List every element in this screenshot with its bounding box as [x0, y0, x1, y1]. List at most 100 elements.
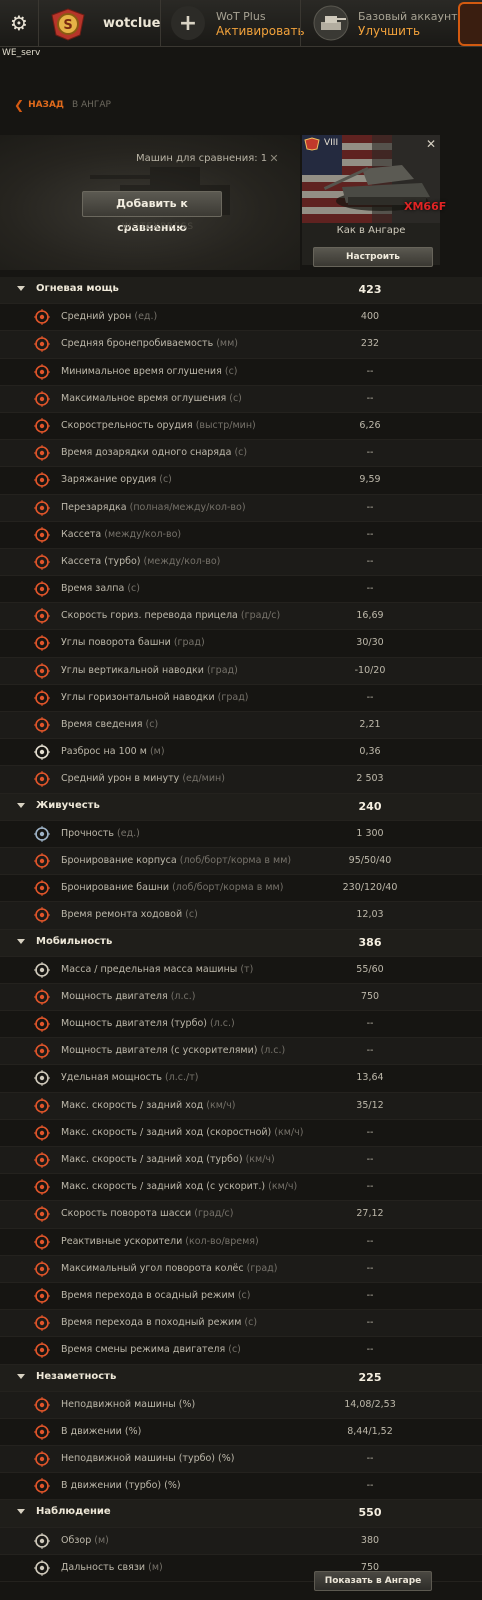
- stat-value: 1 300: [356, 827, 384, 839]
- stat-value: --: [366, 1126, 374, 1138]
- account-title: Базовый аккаунт: [358, 10, 458, 23]
- watermark: WOTEXPRESS: [122, 222, 195, 232]
- stat-label: Мощность двигателя (турбо) (л.с.): [61, 1018, 235, 1030]
- chevron-left-icon[interactable]: ❮: [14, 98, 24, 112]
- stat-unit: (ед.): [117, 827, 140, 839]
- back-link[interactable]: НАЗАД: [28, 100, 64, 110]
- shell-reload-icon: [34, 445, 50, 462]
- repair-icon: [34, 907, 50, 924]
- stat-row: Макс. скорость / задний ход (с ускорит.)…: [0, 1174, 482, 1202]
- stat-unit: (между/кол-во): [143, 555, 221, 567]
- stat-value: 95/50/40: [348, 854, 392, 866]
- magazine-icon: [34, 526, 50, 543]
- stat-value: 400: [360, 311, 380, 323]
- stat-label: Время смены режима двигателя (с): [61, 1344, 241, 1356]
- stat-unit: (полная/между/кол-во): [129, 501, 246, 513]
- stat-unit: (с): [228, 1344, 241, 1356]
- stat-unit: (с): [224, 365, 238, 377]
- premium-tank-icon[interactable]: [312, 4, 350, 42]
- stat-row: В движении (%) 8,44/1,52: [0, 1419, 482, 1447]
- stat-unit: (град): [217, 691, 249, 703]
- stat-row: Прочность (ед.) 1 300: [0, 821, 482, 848]
- stat-unit: (град): [206, 664, 238, 676]
- stat-row: Бронирование башни (лоб/борт/корма в мм)…: [0, 875, 482, 903]
- stat-value: --: [366, 1262, 374, 1274]
- stat-label: Перезарядка (полная/между/кол-во): [61, 501, 246, 513]
- add-to-compare-button[interactable]: Добавить к сравнению: [82, 191, 222, 234]
- stat-label: Мощность двигателя (с ускорителями) (л.с…: [61, 1045, 286, 1057]
- stat-value: --: [366, 1289, 374, 1301]
- section-header-3[interactable]: Незаметность 225: [0, 1364, 482, 1392]
- stat-unit: (с): [244, 1317, 258, 1329]
- stat-row: Мощность двигателя (л.с.) 750: [0, 983, 482, 1012]
- stat-unit: (град): [173, 637, 205, 649]
- stat-label: Дальность связи (м): [61, 1561, 163, 1573]
- username[interactable]: wotclue: [103, 16, 160, 31]
- stat-label: Средний урон в минуту (ед/мин): [61, 773, 225, 785]
- stat-row: Реактивные ускорители (кол-во/время) --: [0, 1229, 482, 1256]
- stat-value: --: [366, 691, 374, 703]
- section-header-1[interactable]: Живучесть 240: [0, 793, 482, 821]
- wot-plus-icon[interactable]: +: [171, 6, 205, 40]
- stat-label: Неподвижной машины (турбо) (%): [61, 1453, 235, 1465]
- engine-mode-icon: [34, 1342, 50, 1359]
- settings-gear-icon[interactable]: ⚙: [0, 0, 39, 46]
- account-upgrade-link[interactable]: Улучшить: [358, 24, 420, 38]
- wot-plus-title: WoT Plus: [216, 10, 266, 23]
- chevron-down-icon[interactable]: [17, 802, 25, 808]
- stat-row: Перезарядка (полная/между/кол-во) --: [0, 494, 482, 522]
- engine-turbo-icon: [34, 1016, 50, 1033]
- stat-label: Углы вертикальной наводки (град): [61, 664, 238, 676]
- configure-button[interactable]: Настроить: [313, 247, 433, 267]
- stat-row: Время ремонта ходовой (с) 12,03: [0, 902, 482, 930]
- speed-boost-icon: [34, 1179, 50, 1196]
- stat-label: Обзор (м): [61, 1534, 109, 1546]
- rank-badge-icon[interactable]: S: [50, 7, 86, 41]
- turret-rotation-icon: [34, 635, 50, 652]
- stat-unit: (мм): [216, 338, 238, 350]
- wot-plus-activate-link[interactable]: Активировать: [216, 24, 305, 38]
- stat-label: Средняя бронепробиваемость (мм): [61, 338, 238, 350]
- section-header-2[interactable]: Мобильность 386: [0, 929, 482, 957]
- section-header-4[interactable]: Наблюдение 550: [0, 1500, 482, 1528]
- stat-row: Время дозарядки одного снаряда (с) --: [0, 440, 482, 468]
- stat-unit: (км/ч): [245, 1154, 275, 1165]
- stat-row: Масса / предельная масса машины (т) 55/60: [0, 957, 482, 984]
- show-in-hangar-button[interactable]: Показать в Ангаре: [314, 1571, 432, 1591]
- salvo-icon: [34, 581, 50, 598]
- stat-row: Макс. скорость / задний ход (турбо) (км/…: [0, 1147, 482, 1175]
- stat-unit: (с): [229, 392, 242, 404]
- stun-max-icon: [34, 390, 50, 407]
- stat-row: В движении (турбо) (%) --: [0, 1473, 482, 1501]
- hitpoints-icon: [34, 825, 50, 842]
- stat-label: Бронирование башни (лоб/борт/корма в мм): [61, 882, 284, 894]
- stat-label: Макс. скорость / задний ход (км/ч): [61, 1099, 236, 1111]
- clear-compare-close-icon[interactable]: ✕: [266, 151, 282, 167]
- remove-tank-close-icon[interactable]: ✕: [426, 137, 436, 151]
- section-header-0[interactable]: Огневая мощь 423: [0, 277, 482, 305]
- stat-unit: (град/с): [194, 1208, 234, 1220]
- chevron-down-icon[interactable]: [17, 1509, 25, 1515]
- stat-value: --: [366, 365, 374, 377]
- server-label: WE_serv: [2, 48, 41, 58]
- engine-boost-icon: [34, 1043, 50, 1060]
- chevron-down-icon[interactable]: [17, 938, 25, 944]
- stat-unit: (м): [149, 746, 165, 758]
- chevron-down-icon[interactable]: [17, 286, 25, 291]
- wheel-angle-icon: [34, 1260, 50, 1277]
- tank-tier: VIII: [324, 138, 339, 148]
- turret-armor-icon: [34, 880, 50, 897]
- stat-value: --: [366, 1181, 374, 1193]
- chevron-down-icon[interactable]: [17, 1373, 25, 1379]
- shop-button-edge[interactable]: [458, 2, 482, 46]
- stat-value: 16,69: [356, 610, 384, 622]
- stat-value: 30/30: [356, 637, 384, 649]
- stat-label: Время ремонта ходовой (с): [61, 909, 198, 921]
- rocket-boost-icon: [34, 1233, 50, 1250]
- stat-unit: (км/ч): [206, 1099, 236, 1111]
- stat-row: Неподвижной машины (турбо) (%) --: [0, 1446, 482, 1474]
- tank-setup-label: Как в Ангаре: [336, 225, 406, 236]
- stat-value: 0,36: [359, 746, 381, 758]
- stat-unit: (л.с.): [170, 990, 196, 1002]
- section-title: Незаметность: [36, 1370, 117, 1382]
